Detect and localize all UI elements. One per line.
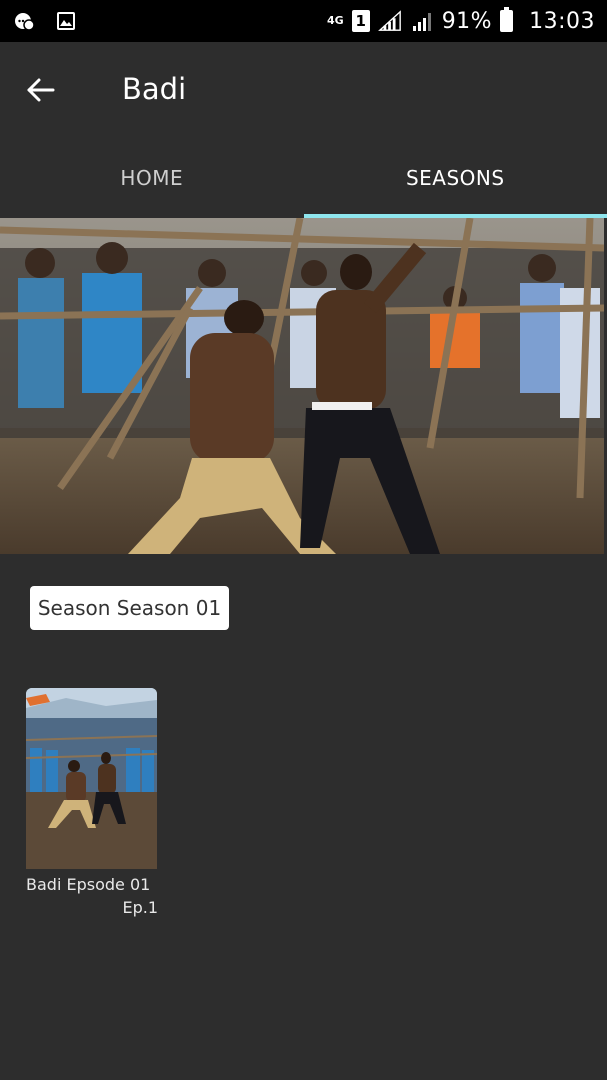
status-notifications (12, 9, 78, 33)
image-icon (54, 9, 78, 33)
episode-card[interactable]: Badi Epsode 01 Ep.1 (26, 688, 158, 928)
sim-indicator: 1 (351, 10, 370, 32)
status-bar: 4G 1 91% 13:03 (0, 0, 607, 42)
season-selector[interactable]: Season Season 01 (30, 586, 229, 630)
app-bar: Badi (0, 42, 607, 138)
episode-number: Ep.1 (122, 898, 158, 917)
tab-seasons[interactable]: SEASONS (304, 138, 607, 218)
back-button[interactable] (22, 72, 58, 108)
clock: 13:03 (529, 8, 595, 34)
tab-bar: HOME SEASONS (0, 138, 607, 218)
page-title: Badi (122, 72, 187, 106)
signal-icon (377, 9, 402, 33)
message-dots-icon (12, 9, 36, 33)
episode-thumbnail (26, 688, 157, 869)
hero-image (0, 218, 604, 554)
network-type: 4G (327, 14, 344, 27)
status-indicators: 4G 1 91% 13:03 (327, 7, 595, 34)
arrow-left-icon (27, 78, 55, 102)
battery-percent: 91% (441, 8, 493, 34)
episode-title: Badi Epsode 01 (26, 875, 151, 894)
battery-icon (500, 7, 514, 32)
tab-home[interactable]: HOME (0, 138, 304, 218)
signal-icon (410, 9, 434, 33)
